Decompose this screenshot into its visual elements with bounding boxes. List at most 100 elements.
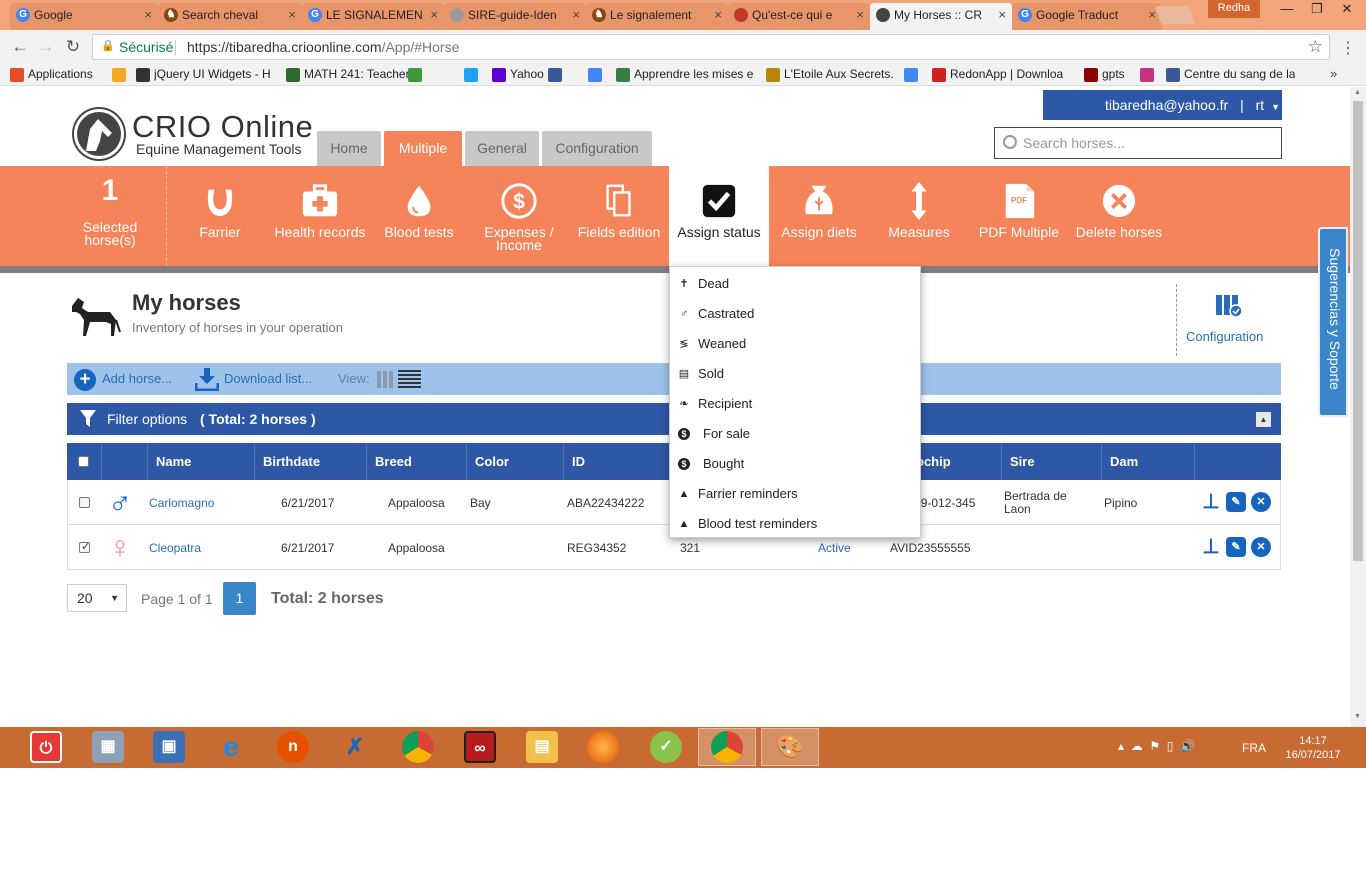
scroll-down-icon[interactable]: ▼	[1354, 713, 1361, 720]
tab-close-icon[interactable]: ×	[144, 3, 152, 27]
column-name[interactable]: Name	[147, 443, 254, 480]
status-option-blood-test-reminders[interactable]: ▲ Blood test reminders	[670, 509, 920, 539]
acrobat-icon[interactable]: ∞	[464, 731, 496, 763]
delete-horses-button[interactable]: Delete horses	[1070, 166, 1168, 266]
firefox-icon[interactable]	[587, 731, 619, 763]
tab-multiple[interactable]: Multiple	[384, 131, 462, 170]
select-all-checkbox[interactable]	[67, 443, 101, 480]
status-option-bought[interactable]: $ Bought	[670, 449, 920, 479]
column-breed[interactable]: Breed	[366, 443, 466, 480]
edit-icon[interactable]: ✎	[1226, 537, 1246, 557]
browser-tab[interactable]: ♞ Le signalement ×	[586, 3, 728, 30]
app-green-icon[interactable]: ✓	[650, 731, 682, 763]
checkbox-checked[interactable]: ✓	[79, 541, 90, 553]
internet-explorer-icon[interactable]: e	[215, 731, 247, 763]
control-panel-icon[interactable]: ▣	[153, 731, 185, 763]
crio-logo-icon[interactable]	[72, 107, 126, 161]
grid-view-icon[interactable]	[377, 371, 394, 388]
address-bar[interactable]: 🔒 Sécurisé https://tibaredha.crioonline.…	[92, 34, 1330, 60]
blood-tests-button[interactable]: Blood tests	[370, 166, 468, 266]
pedigree-icon[interactable]: ⊥	[1201, 492, 1221, 512]
tools-icon[interactable]: ✗	[339, 731, 371, 763]
tab-close-icon[interactable]: ×	[998, 3, 1006, 27]
delete-icon[interactable]: ✕	[1251, 537, 1271, 557]
bookmark-item[interactable]	[548, 67, 566, 83]
status-option-weaned[interactable]: ≶ Weaned	[670, 329, 920, 359]
file-explorer-icon[interactable]: ▤	[526, 731, 558, 763]
status-option-dead[interactable]: ✝ Dead	[670, 269, 920, 299]
horse-name-link[interactable]: Cleopatra	[149, 525, 201, 570]
browser-tab[interactable]: My Horses :: CR ×	[870, 3, 1012, 30]
assign-diets-button[interactable]: Assign diets	[770, 166, 868, 266]
browser-tab[interactable]: G Google ×	[10, 3, 158, 30]
reload-icon[interactable]: ↻	[61, 36, 85, 58]
status-option-sold[interactable]: ▤ Sold	[670, 359, 920, 389]
minimize-icon[interactable]: —	[1272, 0, 1302, 20]
bookmark-item[interactable]	[588, 67, 606, 83]
tab-close-icon[interactable]: ×	[572, 3, 580, 27]
bookmark-item[interactable]: MATH 241: Teacher B	[286, 67, 421, 83]
page-size-select[interactable]: 20 ▼	[67, 584, 127, 612]
row-select[interactable]: ✓	[79, 525, 90, 570]
tab-configuration[interactable]: Configuration	[542, 131, 652, 167]
bookmark-item[interactable]: Apprendre les mises e	[616, 67, 753, 83]
bookmark-star-icon[interactable]: ☆	[1308, 37, 1323, 57]
bookmark-item[interactable]	[408, 67, 426, 83]
browser-tab[interactable]: SIRE-guide-Iden ×	[444, 3, 586, 30]
status-option-farrier-reminders[interactable]: ▲ Farrier reminders	[670, 479, 920, 509]
tab-close-icon[interactable]: ×	[288, 3, 296, 27]
maximize-icon[interactable]: ❐	[1302, 0, 1332, 20]
checkbox[interactable]	[78, 456, 89, 467]
chrome-icon[interactable]	[711, 731, 743, 763]
health-records-button[interactable]: Health records	[270, 166, 370, 266]
scroll-up-icon[interactable]: ▲	[1354, 89, 1361, 96]
bookmark-item[interactable]: L'Etoile Aux Secrets.	[766, 67, 894, 83]
status-option-castrated[interactable]: ♂ Castrated	[670, 299, 920, 329]
edit-icon[interactable]: ✎	[1226, 492, 1246, 512]
add-horse-button[interactable]: + Add horse...	[74, 369, 172, 391]
more-bookmarks-icon[interactable]: »	[1330, 66, 1337, 81]
tab-home[interactable]: Home	[317, 131, 381, 167]
browser-tab[interactable]: ♞ Search cheval ×	[158, 3, 302, 30]
pdf-multiple-button[interactable]: PDF PDF Multiple	[970, 166, 1068, 266]
measures-button[interactable]: Measures	[870, 166, 968, 266]
browser-menu-icon[interactable]: ⋮	[1340, 38, 1356, 58]
configuration-link[interactable]	[1176, 284, 1282, 356]
column-color[interactable]: Color	[466, 443, 563, 480]
support-tab[interactable]: Sugerencias y Soporte	[1318, 227, 1348, 417]
bookmark-item[interactable]	[904, 67, 922, 83]
tab-close-icon[interactable]: ×	[856, 3, 864, 27]
bookmark-item[interactable]: gpts	[1084, 67, 1125, 83]
bookmark-item[interactable]: Applications	[10, 67, 93, 83]
column-birthdate[interactable]: Birthdate	[254, 443, 366, 480]
download-list-button[interactable]: Download list...	[195, 368, 312, 391]
status-option-for-sale[interactable]: $ For sale	[670, 419, 920, 449]
horse-search[interactable]	[994, 127, 1282, 159]
delete-icon[interactable]: ✕	[1251, 492, 1271, 512]
app-n-icon[interactable]: n	[277, 731, 309, 763]
tab-close-icon[interactable]: ×	[714, 3, 722, 27]
clock[interactable]: 14:17 16/07/2017	[1282, 734, 1344, 762]
profile-button[interactable]: Redha	[1208, 0, 1260, 18]
scroll-thumb[interactable]	[1353, 101, 1363, 561]
column-id[interactable]: ID	[563, 443, 669, 480]
back-icon[interactable]: ←	[8, 36, 32, 58]
bookmark-item[interactable]	[1140, 67, 1158, 83]
forward-icon[interactable]: →	[34, 36, 58, 58]
power-icon[interactable]: ⏻	[30, 731, 62, 763]
system-tray[interactable]: ▴ ☁ ⚑ ▯ 🔊	[1118, 739, 1195, 753]
browser-tab[interactable]: Qu'est-ce qui e ×	[728, 3, 870, 30]
tab-close-icon[interactable]: ×	[430, 3, 438, 27]
search-input[interactable]	[1023, 133, 1273, 153]
bookmark-item[interactable]: jQuery UI Widgets - H	[136, 67, 271, 83]
browser-tab[interactable]: G Google Traduct ×	[1012, 3, 1162, 30]
checkbox[interactable]	[79, 497, 90, 508]
chrome-icon[interactable]	[402, 731, 434, 763]
row-select[interactable]	[79, 480, 90, 525]
configuration-label[interactable]: Configuration	[1186, 329, 1263, 344]
collapse-icon[interactable]: ▲	[1256, 412, 1271, 427]
bookmark-item[interactable]: Centre du sang de la	[1166, 67, 1295, 83]
new-tab-button[interactable]	[1154, 6, 1196, 24]
column-dam[interactable]: Dam	[1101, 443, 1194, 480]
user-menu[interactable]: tibaredha@yahoo.fr | rt ▼	[1043, 90, 1282, 120]
